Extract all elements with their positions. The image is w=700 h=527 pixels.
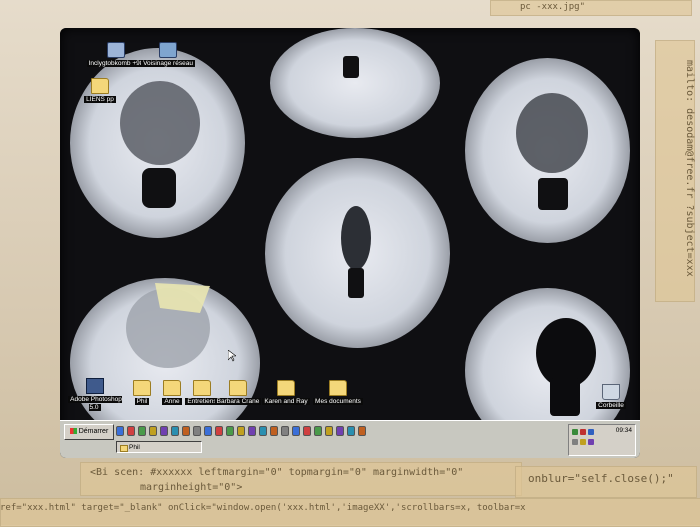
desktop-icon-label: Voisinage réseau <box>141 60 195 67</box>
bulb-silhouettes <box>120 56 596 416</box>
clock[interactable]: 09:34 <box>616 427 632 434</box>
quick-launch-icon[interactable] <box>292 426 300 436</box>
folder-icon <box>329 380 347 396</box>
handwritten-note: marginheight="0"> <box>140 482 243 493</box>
quick-launch-icon[interactable] <box>149 426 157 436</box>
desktop-icon-mes-documents[interactable]: Mes documents <box>308 380 368 406</box>
handwritten-note: onblur="self.close();" <box>528 472 674 485</box>
system-tray: 09:34 <box>568 424 636 456</box>
quick-launch-icon[interactable] <box>116 426 124 436</box>
quick-launch-icon[interactable] <box>314 426 322 436</box>
desktop-icon-liens[interactable]: LIENS pp <box>70 78 130 104</box>
quick-launch-icon[interactable] <box>358 426 366 436</box>
quick-launch-icon[interactable] <box>160 426 168 436</box>
handwritten-note: <Bi scen: #xxxxxx leftmargin="0" topmarg… <box>90 467 464 478</box>
folder-icon <box>193 380 211 396</box>
folder-icon <box>91 78 109 94</box>
folder-icon <box>229 380 247 396</box>
handwritten-note: ref="xxx.html" target="_blank" onClick="… <box>0 503 526 513</box>
tray-app-icon[interactable] <box>580 439 586 445</box>
quick-launch-icon[interactable] <box>138 426 146 436</box>
taskbar-button-label: Phil <box>129 444 140 451</box>
computer-icon <box>107 42 125 58</box>
quick-launch-icon[interactable] <box>270 426 278 436</box>
quick-launch-icon[interactable] <box>182 426 190 436</box>
desktop-icon-photoshop[interactable]: Adobe Photoshop 5.0 <box>62 378 128 412</box>
folder-icon <box>277 380 295 396</box>
quick-launch-icon[interactable] <box>215 426 223 436</box>
bulb-base <box>538 178 568 210</box>
quick-launch-icon[interactable] <box>325 426 333 436</box>
desktop-icon-label: Barbara Crane <box>214 398 262 405</box>
bulb-base <box>142 168 176 208</box>
desktop-icon-label: LIENS pp <box>84 96 116 103</box>
tray-antivirus-icon[interactable] <box>580 429 586 435</box>
bulb-glass <box>120 81 200 165</box>
tray-app-icon[interactable] <box>588 439 594 445</box>
bulb-base <box>343 56 359 78</box>
taskbar: Démarrer Phil 09:34 <box>60 420 640 458</box>
quick-launch-icon[interactable] <box>193 426 201 436</box>
taskbar-button-phil[interactable]: Phil <box>116 441 202 453</box>
quick-launch-icon[interactable] <box>226 426 234 436</box>
tray-network-icon[interactable] <box>572 429 578 435</box>
handwritten-note: pc -xxx.jpg" <box>520 2 586 12</box>
folder-icon <box>120 445 128 452</box>
handwritten-note: mailto: desodam@free.fr ?subject=xxx <box>684 60 695 277</box>
mouse-cursor-icon <box>228 350 236 362</box>
desktop-icon-label: Karen and Ray <box>262 398 310 405</box>
desktop-icon-label: Anne <box>162 398 182 405</box>
quick-launch-icon[interactable] <box>336 426 344 436</box>
bulb-base <box>550 378 580 416</box>
quick-launch-icon[interactable] <box>259 426 267 436</box>
desktop-icon-label: Phil <box>134 398 150 405</box>
tray-volume-icon[interactable] <box>572 439 578 445</box>
desktop-icon-network[interactable]: Voisinage réseau <box>132 42 204 68</box>
start-button[interactable]: Démarrer <box>64 424 114 440</box>
screen: Inclygtobkomb +98 Voisinage réseau LIENS… <box>60 28 640 458</box>
quick-launch-icon[interactable] <box>281 426 289 436</box>
desktop-icon-label: Adobe Photoshop 5.0 <box>68 396 122 411</box>
desktop-icon-karen-and-ray[interactable]: Karen and Ray <box>258 380 314 406</box>
quick-launch-icon[interactable] <box>303 426 311 436</box>
bulb-glass <box>516 93 588 173</box>
photoshop-icon <box>86 378 104 394</box>
bulb-glass <box>341 206 371 270</box>
bulb-base <box>348 268 364 298</box>
tray-display-icon[interactable] <box>588 429 594 435</box>
quick-launch-icon[interactable] <box>171 426 179 436</box>
quick-launch-bar <box>116 425 366 437</box>
folder-icon <box>133 380 151 396</box>
quick-launch-icon[interactable] <box>347 426 355 436</box>
recycle-bin-icon <box>602 384 620 400</box>
bulb-glass <box>536 318 596 388</box>
desktop-icon-recycle-bin[interactable]: Corbeille <box>588 384 634 410</box>
network-icon <box>159 42 177 58</box>
lightbulb-wallpaper <box>60 28 640 453</box>
quick-launch-icon[interactable] <box>237 426 245 436</box>
desktop-icon-label: Mes documents <box>313 398 363 405</box>
quick-launch-icon[interactable] <box>204 426 212 436</box>
desktop-icon-label: Corbeille <box>596 402 626 409</box>
folder-icon <box>163 380 181 396</box>
start-button-label: Démarrer <box>78 428 109 435</box>
quick-launch-icon[interactable] <box>248 426 256 436</box>
quick-launch-icon[interactable] <box>127 426 135 436</box>
windows-flag-icon <box>69 428 77 435</box>
